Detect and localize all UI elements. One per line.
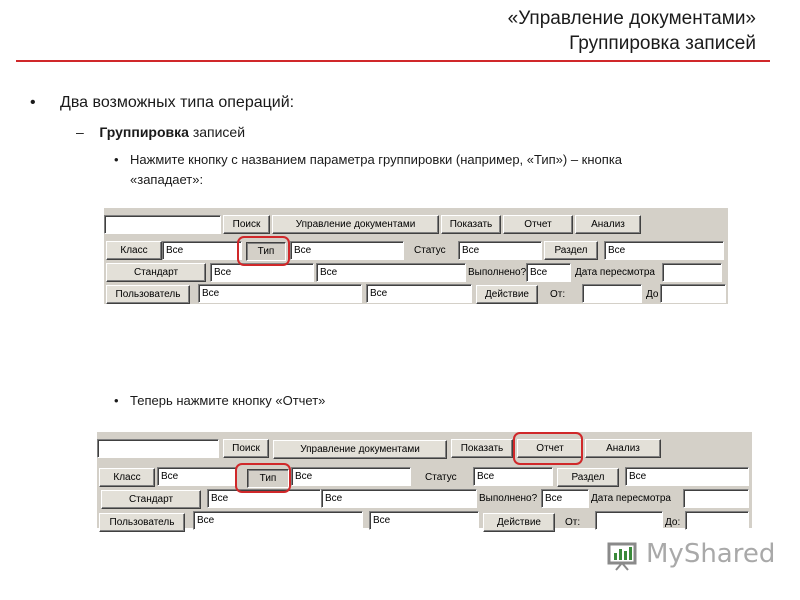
standard-field-2[interactable]: Все xyxy=(321,489,477,508)
analysis-button[interactable]: Анализ xyxy=(575,215,641,234)
to-label: До xyxy=(646,289,659,300)
status-label[interactable]: Статус xyxy=(423,469,459,488)
app-screenshot-2: Поиск Управление документами Показать От… xyxy=(97,432,752,532)
user-field-1[interactable]: Все xyxy=(193,511,363,530)
step2-text: Теперь нажмите кнопку «Отчет» xyxy=(130,393,326,408)
type-highlight xyxy=(237,236,290,266)
status-field[interactable]: Все xyxy=(473,467,553,486)
standard-field-2[interactable]: Все xyxy=(316,263,466,282)
search-input[interactable] xyxy=(97,439,219,458)
from-label: От: xyxy=(550,289,566,300)
user-field-1[interactable]: Все xyxy=(198,284,362,303)
type-highlight xyxy=(235,463,291,493)
user-button[interactable]: Пользователь xyxy=(99,513,185,532)
search-button[interactable]: Поиск xyxy=(223,439,269,458)
done-field[interactable]: Все xyxy=(526,263,571,282)
user-field-2[interactable]: Все xyxy=(369,511,479,530)
from-label: От: xyxy=(565,517,581,528)
class-button[interactable]: Класс xyxy=(99,468,155,487)
dash-mark: – xyxy=(76,124,84,140)
show-button[interactable]: Показать xyxy=(441,215,501,234)
myshared-logo-icon xyxy=(607,542,637,571)
bullet-mark: • xyxy=(30,94,36,111)
done-label: Выполнено? xyxy=(468,267,527,278)
class-field[interactable]: Все xyxy=(162,241,242,260)
search-button[interactable]: Поиск xyxy=(223,215,270,234)
section-button[interactable]: Раздел xyxy=(557,468,619,487)
title-divider xyxy=(16,60,770,62)
search-input[interactable] xyxy=(104,215,221,234)
sub-bullet-grouping: – Группировка записей xyxy=(76,124,245,140)
step1-line-2: «западает»: xyxy=(130,172,204,187)
standard-button[interactable]: Стандарт xyxy=(101,490,201,509)
status-label[interactable]: Статус xyxy=(412,242,448,261)
app-screenshot-1: Поиск Управление документами Показать От… xyxy=(104,208,728,304)
type-field[interactable]: Все xyxy=(291,467,411,486)
title-line-2: Группировка записей xyxy=(569,33,756,54)
review-date-label: Дата пересмотра xyxy=(591,493,671,504)
type-field[interactable]: Все xyxy=(290,241,404,260)
section-field[interactable]: Все xyxy=(625,467,749,486)
done-label: Выполнено? xyxy=(479,493,538,504)
review-date-field[interactable] xyxy=(662,263,722,282)
step1-line-1: Нажмите кнопку с названием параметра гру… xyxy=(130,152,623,167)
grouping-rest: записей xyxy=(188,124,246,140)
myshared-logo-text: MyShared xyxy=(646,539,776,569)
to-field[interactable] xyxy=(685,511,749,530)
section-button[interactable]: Раздел xyxy=(544,241,598,260)
review-date-field[interactable] xyxy=(683,489,749,508)
action-button[interactable]: Действие xyxy=(483,513,555,532)
slide-title: «Управление документами» Группировка зап… xyxy=(508,6,756,56)
review-date-label: Дата пересмотра xyxy=(575,267,655,278)
standard-button[interactable]: Стандарт xyxy=(106,263,206,282)
action-button[interactable]: Действие xyxy=(476,285,538,304)
from-field[interactable] xyxy=(582,284,642,303)
show-button[interactable]: Показать xyxy=(451,439,513,458)
class-button[interactable]: Класс xyxy=(106,241,162,260)
to-label: До: xyxy=(665,517,681,528)
report-highlight xyxy=(513,432,583,465)
done-field[interactable]: Все xyxy=(541,489,589,508)
bullet-mark: • xyxy=(114,393,119,408)
class-field[interactable]: Все xyxy=(157,467,237,486)
bullet-operations-text: Два возможных типа операций: xyxy=(60,94,295,111)
to-field[interactable] xyxy=(660,284,726,303)
user-field-2[interactable]: Все xyxy=(366,284,472,303)
from-field[interactable] xyxy=(595,511,663,530)
section-field[interactable]: Все xyxy=(604,241,724,260)
module-button[interactable]: Управление документами xyxy=(273,440,447,459)
grouping-bold: Группировка xyxy=(99,124,189,140)
title-line-1: «Управление документами» xyxy=(507,8,756,29)
user-button[interactable]: Пользователь xyxy=(106,285,190,304)
status-field[interactable]: Все xyxy=(458,241,542,260)
report-button[interactable]: Отчет xyxy=(503,215,573,234)
analysis-button[interactable]: Анализ xyxy=(585,439,661,458)
bullet-mark: • xyxy=(114,152,119,167)
module-button[interactable]: Управление документами xyxy=(272,215,439,234)
